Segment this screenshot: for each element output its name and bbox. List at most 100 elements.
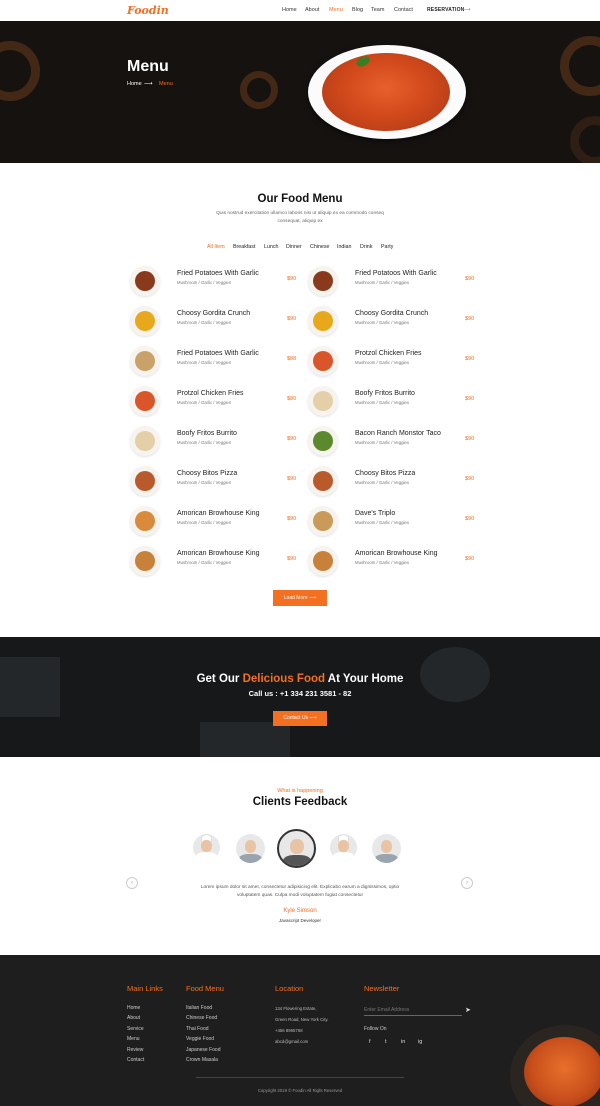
item-ingredients: Mushroom / Garlic / Veggies (355, 520, 409, 525)
filter-chinese[interactable]: Chinese (310, 244, 329, 250)
load-more-button[interactable]: Load More ⟶ (273, 590, 327, 606)
menu-section-title: Our Food Menu (257, 193, 343, 205)
instagram-icon[interactable]: ig (418, 1039, 422, 1045)
reservation-link[interactable]: RESERVATION (427, 7, 464, 13)
delivery-title-pre: Get Our (196, 673, 240, 685)
client-avatar[interactable] (193, 834, 220, 861)
site-footer: Main Links Home About Service Menu Revie… (0, 955, 600, 1106)
menu-item[interactable]: Protzol Chicken Fries Mushroom / Garlic … (130, 386, 310, 422)
menu-item[interactable]: Fried Potatoos With Garlic Mushroom / Ga… (308, 266, 488, 302)
menu-item[interactable]: Bacon Ranch Monstor Taco Mushroom / Garl… (308, 426, 488, 462)
item-price: $90 (287, 316, 297, 322)
feedback-title: Clients Feedback (252, 796, 348, 808)
item-price: $80 (287, 396, 297, 402)
dish-image (130, 426, 160, 456)
decor-block (200, 722, 290, 757)
menu-item[interactable]: Fried Potatoes With Garlic Mushroom / Ga… (130, 266, 310, 302)
menu-item[interactable]: Amorican Browhouse King Mushroom / Garli… (308, 546, 488, 582)
item-ingredients: Mushroom / Garlic / Veggies (355, 360, 409, 365)
brand-logo[interactable]: Foodin (127, 4, 169, 17)
dish-image (130, 346, 160, 376)
address-line: Green Road, New York City. (275, 1017, 329, 1022)
client-avatar[interactable] (330, 834, 357, 861)
item-price: $90 (287, 436, 297, 442)
menu-item[interactable]: Amorican Browhouse King Mushroom / Garli… (130, 506, 310, 542)
email-address[interactable]: abcd@gmail.com (275, 1039, 308, 1044)
nav-blog[interactable]: Blog (352, 7, 363, 13)
decor-ring (240, 71, 278, 109)
nav-about[interactable]: About (305, 7, 319, 13)
nav-team[interactable]: Team (371, 7, 384, 13)
chevron-left-icon[interactable]: ‹ (126, 877, 138, 889)
filter-lunch[interactable]: Lunch (264, 244, 278, 250)
menu-item[interactable]: Fried Potatoes With Garlic Mushroom / Ga… (130, 346, 310, 382)
breadcrumb-home[interactable]: Home (127, 81, 142, 87)
footer-location-title: Location (275, 984, 304, 993)
page-hero: Menu Home ⟶ Menu (0, 21, 600, 163)
dish-image (130, 266, 160, 296)
footer-food-link[interactable]: Italian Food (186, 1005, 212, 1011)
twitter-icon[interactable]: t (385, 1039, 387, 1045)
dish-image (130, 506, 160, 536)
item-ingredients: Mushroom / Garlic / Veggies (177, 440, 231, 445)
chevron-right-icon[interactable]: › (461, 877, 473, 889)
follow-on-label: Follow On (364, 1026, 387, 1032)
footer-main-links-title: Main Links (127, 984, 163, 993)
menu-item[interactable]: Dave's Triplo Mushroom / Garlic / Veggie… (308, 506, 488, 542)
linkedin-icon[interactable]: in (401, 1039, 405, 1045)
dish-image (308, 466, 338, 496)
item-price: $90 (465, 556, 475, 562)
nav-menu[interactable]: Menu (329, 7, 343, 13)
menu-item[interactable]: Choosy Gordita Crunch Mushroom / Garlic … (130, 306, 310, 342)
newsletter-email-input[interactable] (364, 1004, 462, 1016)
phone-number: +456 8965768 (275, 1028, 303, 1033)
decor-ring (570, 116, 600, 163)
contact-us-button[interactable]: Contact Us ⟶ (273, 711, 327, 726)
footer-link-menu[interactable]: Menu (127, 1036, 140, 1042)
nav-home[interactable]: Home (282, 7, 297, 13)
nav-contact[interactable]: Contact (394, 7, 413, 13)
send-icon[interactable]: ➤ (465, 1006, 471, 1014)
filter-all-item[interactable]: All Item (207, 244, 225, 250)
footer-link-contact[interactable]: Contact (127, 1057, 144, 1063)
menu-item[interactable]: Boofy Fritos Burrito Mushroom / Garlic /… (130, 426, 310, 462)
item-price: $90 (465, 276, 475, 282)
filter-dinner[interactable]: Dinner (286, 244, 302, 250)
item-name: Choosy Bitos Pizza (177, 470, 238, 477)
menu-item[interactable]: Protzol Chicken Fries Mushroom / Garlic … (308, 346, 488, 382)
item-ingredients: Mushroom / Garlic / Veggies (177, 400, 231, 405)
menu-item[interactable]: Boofy Fritos Burrito Mushroom / Garlic /… (308, 386, 488, 422)
menu-item[interactable]: Choosy Bitos Pizza Mushroom / Garlic / V… (308, 466, 488, 502)
filter-indian[interactable]: Indian (337, 244, 351, 250)
client-avatar-active[interactable] (277, 829, 316, 868)
item-name: Bacon Ranch Monstor Taco (355, 430, 441, 437)
footer-link-service[interactable]: Service (127, 1026, 144, 1032)
facebook-icon[interactable]: f (369, 1039, 371, 1045)
item-name: Choosy Gordita Crunch (177, 310, 251, 317)
dish-image (308, 426, 338, 456)
item-name: Boofy Fritos Burrito (355, 390, 415, 397)
footer-link-home[interactable]: Home (127, 1005, 140, 1011)
footer-link-review[interactable]: Review (127, 1047, 143, 1053)
filter-party[interactable]: Party (381, 244, 393, 250)
decor-ring (0, 41, 40, 101)
footer-food-link[interactable]: Chinese Food (186, 1015, 217, 1021)
client-avatar[interactable] (236, 834, 265, 863)
filter-breakfast[interactable]: Breakfast (233, 244, 255, 250)
menu-item[interactable]: Choosy Bitos Pizza Mushroom / Garlic / V… (130, 466, 310, 502)
item-name: Boofy Fritos Burrito (177, 430, 237, 437)
footer-food-link[interactable]: Thai Food (186, 1026, 209, 1032)
menu-item[interactable]: Amorican Browhouse King Mushroom / Garli… (130, 546, 310, 582)
menu-item[interactable]: Choosy Gordita Crunch Mushroom / Garlic … (308, 306, 488, 342)
decor-ring (560, 36, 600, 96)
filter-drink[interactable]: Drink (360, 244, 372, 250)
client-avatar[interactable] (372, 834, 401, 863)
footer-divider (196, 1077, 404, 1078)
footer-newsletter-title: Newsletter (364, 984, 400, 993)
item-price: $90 (465, 476, 475, 482)
footer-food-link[interactable]: Crown Masala (186, 1057, 218, 1063)
footer-food-link[interactable]: Veggie Food (186, 1036, 214, 1042)
copyright-text: Copyright 2019 © Foodin All Right Reserv… (257, 1088, 343, 1093)
footer-food-link[interactable]: Japanese Food (186, 1047, 220, 1053)
footer-link-about[interactable]: About (127, 1015, 140, 1021)
